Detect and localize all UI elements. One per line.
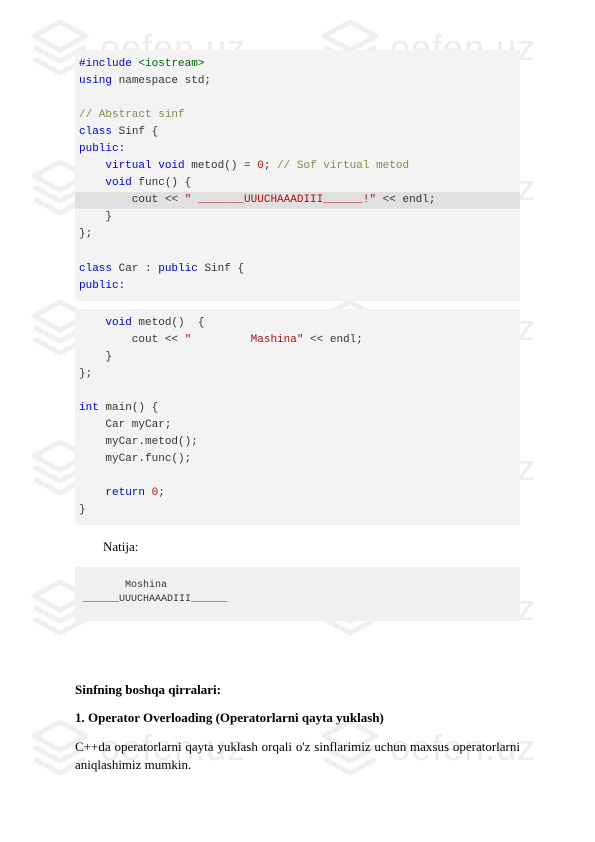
code-token: myCar.func(); bbox=[79, 453, 191, 465]
highlighted-line: cout << " _______UUUCHAAADIII______!" <<… bbox=[75, 192, 520, 209]
code-token: cout << bbox=[79, 334, 185, 346]
code-token: myCar.metod(); bbox=[79, 436, 198, 448]
code-token: class bbox=[79, 126, 112, 138]
code-token: " _______UUUCHAAADIII______!" bbox=[185, 194, 376, 206]
code-token: cout << bbox=[79, 194, 185, 206]
code-token: // Sof virtual metod bbox=[270, 160, 409, 172]
section-heading: Sinfning boshqa qirralari: bbox=[75, 681, 520, 699]
code-token: public bbox=[158, 263, 198, 275]
code-token: ; bbox=[158, 487, 165, 499]
code-block-1: #include <iostream> using namespace std;… bbox=[75, 50, 520, 301]
output-line: Moshina bbox=[83, 580, 167, 591]
code-token: }; bbox=[79, 228, 92, 240]
code-token: << endl; bbox=[303, 334, 362, 346]
output-label: Natija: bbox=[103, 539, 520, 555]
code-token: }; bbox=[79, 368, 92, 380]
code-token: Sinf { bbox=[198, 263, 244, 275]
code-token bbox=[145, 487, 152, 499]
code-token: Car : bbox=[112, 263, 158, 275]
code-token: class bbox=[79, 263, 112, 275]
code-token: << endl; bbox=[376, 194, 435, 206]
code-token: } bbox=[79, 351, 112, 363]
code-token: public: bbox=[79, 143, 125, 155]
code-token: } bbox=[79, 211, 112, 223]
page-content: #include <iostream> using namespace std;… bbox=[0, 0, 595, 814]
code-token: // Abstract sinf bbox=[79, 109, 185, 121]
subsection-heading: 1. Operator Overloading (Operatorlarni q… bbox=[75, 709, 520, 727]
code-token: metod() { bbox=[132, 317, 205, 329]
output-block: Moshina ______UUUCHAAADIII______ bbox=[75, 567, 520, 621]
code-token: Car myCar; bbox=[79, 419, 171, 431]
code-token: func() { bbox=[132, 177, 191, 189]
body-paragraph: C++da operatorlarni qayta yuklash orqali… bbox=[75, 738, 520, 774]
code-block-2: void metod() { cout << " Mashina" << end… bbox=[75, 309, 520, 526]
output-line: ______UUUCHAAADIII______ bbox=[83, 594, 227, 605]
code-token: <iostream> bbox=[132, 58, 205, 70]
code-token: return bbox=[79, 487, 145, 499]
code-token: public: bbox=[79, 280, 125, 292]
code-token: using bbox=[79, 75, 112, 87]
code-token: " Mashina" bbox=[185, 334, 304, 346]
code-token: void bbox=[79, 177, 132, 189]
code-token: Sinf { bbox=[112, 126, 158, 138]
code-token: int bbox=[79, 402, 99, 414]
code-token: 0 bbox=[257, 160, 264, 172]
code-token: metod() = bbox=[185, 160, 258, 172]
code-token: virtual void bbox=[79, 160, 185, 172]
code-token: } bbox=[79, 504, 86, 516]
code-token: void bbox=[79, 317, 132, 329]
code-token: namespace std; bbox=[112, 75, 211, 87]
code-token: #include bbox=[79, 58, 132, 70]
code-token: main() { bbox=[99, 402, 158, 414]
